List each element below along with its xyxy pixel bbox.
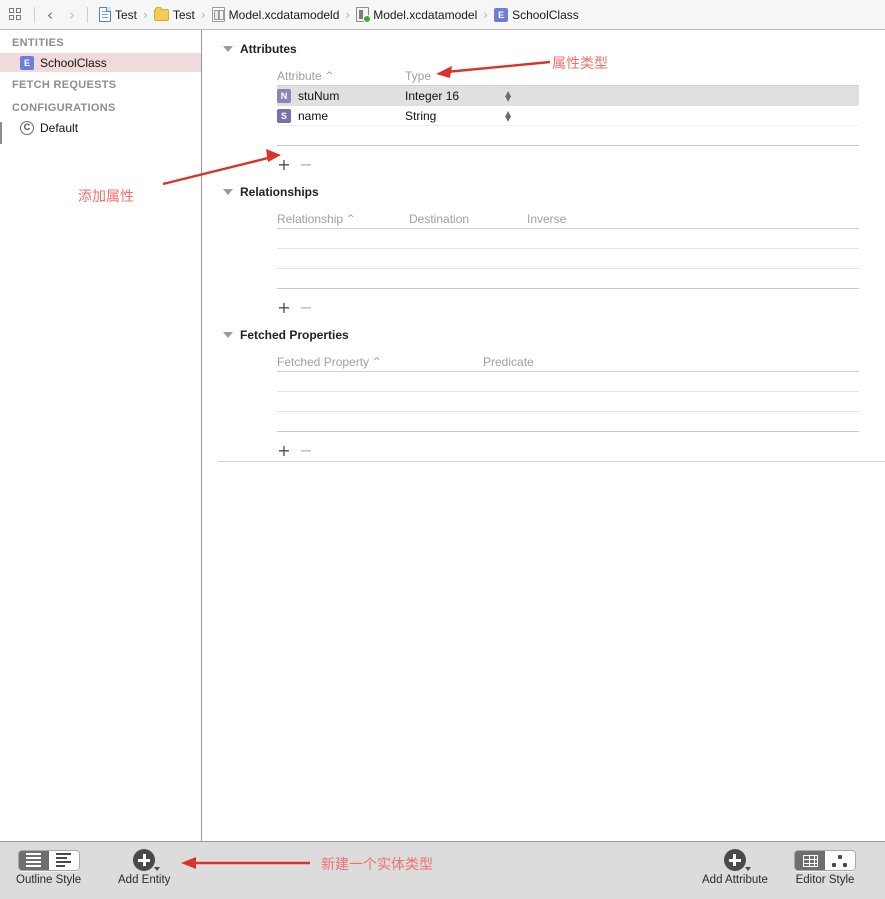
annotation-attribute-type: 属性类型 [552, 56, 608, 72]
annotation-add-attribute: 添加属性 [78, 189, 134, 205]
annotation-arrows [162, 60, 551, 869]
annotation-new-entity: 新建一个实体类型 [321, 857, 433, 873]
